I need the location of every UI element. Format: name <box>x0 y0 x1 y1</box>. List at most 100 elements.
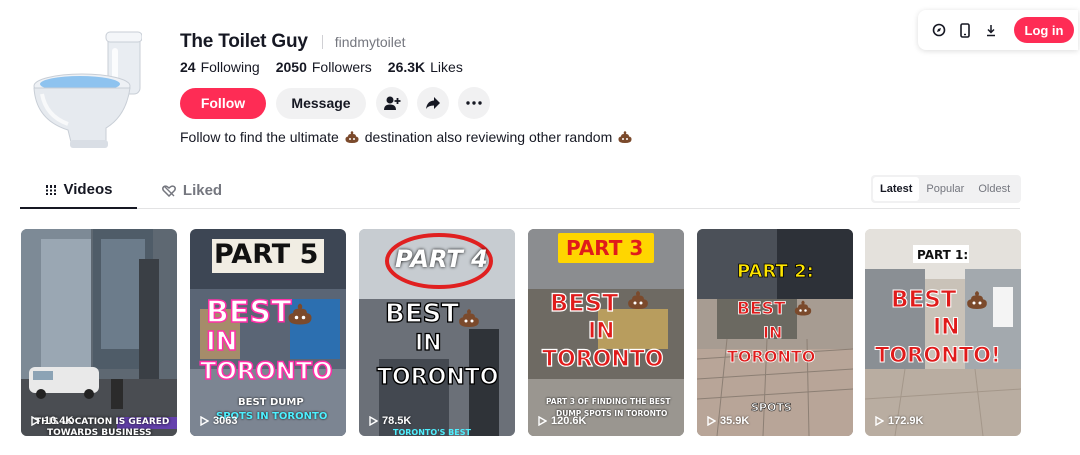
headline-best: BEST <box>384 298 460 329</box>
videos-grid-icon <box>44 184 57 195</box>
likes-label: Likes <box>430 59 463 75</box>
display-name: The Toilet Guy <box>180 31 308 52</box>
share-icon <box>426 97 440 109</box>
video-overlay-text: SPOTS <box>751 401 792 415</box>
video-overlay-text: TOWARDS BUSINESS <box>47 428 152 436</box>
headline-in: IN <box>587 318 615 344</box>
likes-count: 26.3K <box>387 59 426 75</box>
phone-icon[interactable] <box>952 17 978 43</box>
following-stat[interactable]: 24 Following <box>180 59 260 75</box>
tab-liked-label: Liked <box>182 182 223 199</box>
play-icon <box>31 416 40 426</box>
sort-toggle: Latest Popular Oldest <box>871 175 1021 203</box>
video-card[interactable]: PART 5 BEST IN TORONTO BEST DUMP SPOTS I… <box>190 229 346 436</box>
sort-popular[interactable]: Popular <box>919 177 971 201</box>
play-icon <box>200 416 209 426</box>
profile-actions: Follow Message <box>180 87 490 119</box>
video-overlay-text: TORONTO'S BEST <box>393 428 471 436</box>
bio-text-1: Follow to find the ultimate <box>180 129 339 145</box>
profile-name-row: The Toilet Guy findmytoilet <box>180 31 406 53</box>
view-count-value: 10.4K <box>44 415 74 427</box>
video-card[interactable]: PART 4 BEST IN TORONTO TORONTO'S BEST 78… <box>359 229 515 436</box>
top-actions-bar: Log in <box>918 10 1078 50</box>
tab-videos-label: Videos <box>63 181 113 198</box>
headline-city: TORONTO <box>376 364 499 390</box>
part-label: PART 3 <box>566 236 644 260</box>
more-icon <box>466 101 482 105</box>
view-count-value: 120.6K <box>551 415 587 427</box>
part-label: PART 2: <box>737 261 815 283</box>
headline-best: BEST <box>205 294 292 331</box>
name-divider <box>321 35 323 49</box>
part-label: PART 4 <box>395 245 488 273</box>
poop-emoji-icon <box>794 300 812 316</box>
view-count: 172.9K <box>875 415 923 427</box>
follow-button[interactable]: Follow <box>180 87 266 119</box>
view-count-value: 35.9K <box>720 415 750 427</box>
headline-best: BEST <box>549 288 619 317</box>
poop-emoji-icon <box>288 303 312 325</box>
part-label: PART 5 <box>214 239 319 270</box>
video-thumbnail <box>21 229 177 436</box>
followers-stat[interactable]: 2050 Followers <box>276 59 372 75</box>
play-icon <box>369 416 378 426</box>
followers-label: Followers <box>311 59 372 75</box>
headline-city: TORONTO <box>541 346 664 372</box>
avatar[interactable] <box>22 24 143 154</box>
video-overlay-text: PART 3 OF FINDING THE BEST <box>546 397 671 406</box>
poop-emoji-icon <box>345 131 359 143</box>
poop-emoji-icon <box>459 309 479 327</box>
toilet-icon <box>33 31 143 148</box>
headline-in: IN <box>933 315 961 341</box>
content-tabs: Videos Liked <box>20 172 1020 209</box>
poop-emoji-icon <box>967 291 987 309</box>
following-label: Following <box>200 59 260 75</box>
play-icon <box>875 416 884 426</box>
poop-emoji-icon <box>618 131 632 143</box>
headline-best: BEST <box>737 299 786 320</box>
view-count-value: 78.5K <box>382 415 412 427</box>
poop-emoji-icon <box>628 291 648 309</box>
view-count: 78.5K <box>369 415 411 427</box>
video-card[interactable]: PART 1: BEST IN TORONTO! 172.9K <box>865 229 1021 436</box>
more-options-button[interactable] <box>458 87 490 119</box>
share-button[interactable] <box>417 87 449 119</box>
part-label: PART 1: <box>917 248 969 262</box>
add-user-icon <box>384 96 401 110</box>
headline-in: IN <box>205 326 238 358</box>
sort-latest[interactable]: Latest <box>873 177 920 201</box>
likes-stat: 26.3K Likes <box>388 59 463 75</box>
compass-icon[interactable] <box>926 17 952 43</box>
video-card[interactable]: PART 2: BEST IN TORONTO SPOTS 35.9K <box>697 229 853 436</box>
profile-stats: 24 Following 2050 Followers 26.3K Likes <box>180 59 479 75</box>
headline-city: TORONTO <box>727 347 816 367</box>
liked-heart-icon <box>161 184 176 197</box>
video-card[interactable]: THIS LOCATION IS GEARED TOWARDS BUSINESS… <box>21 229 177 436</box>
play-icon <box>707 416 716 426</box>
view-count: 3063 <box>200 415 237 427</box>
login-button[interactable]: Log in <box>1014 17 1074 43</box>
bio-text-2: destination also reviewing other random <box>364 129 613 145</box>
username: findmytoilet <box>334 34 406 50</box>
headline-best: BEST <box>891 287 957 314</box>
following-count: 24 <box>180 59 196 75</box>
profile-bio: Follow to find the ultimate destination … <box>180 129 638 145</box>
view-count: 35.9K <box>707 415 749 427</box>
followers-count: 2050 <box>275 59 307 75</box>
headline-in: IN <box>763 323 783 343</box>
sort-oldest[interactable]: Oldest <box>971 177 1017 201</box>
headline-city: TORONTO <box>199 356 333 386</box>
video-grid: THIS LOCATION IS GEARED TOWARDS BUSINESS… <box>21 229 1021 436</box>
video-overlay-text: BEST DUMP <box>238 397 304 408</box>
tab-liked[interactable]: Liked <box>147 172 237 209</box>
video-card[interactable]: PART 3 BEST IN TORONTO PART 3 OF FINDING… <box>528 229 684 436</box>
headline-city: TORONTO! <box>875 343 1002 368</box>
view-count-value: 3063 <box>213 415 238 427</box>
message-button[interactable]: Message <box>276 87 366 119</box>
download-icon[interactable] <box>978 17 1004 43</box>
view-count: 120.6K <box>538 415 586 427</box>
add-friend-button[interactable] <box>376 87 408 119</box>
headline-in: IN <box>414 330 442 356</box>
view-count-value: 172.9K <box>888 415 924 427</box>
tab-videos[interactable]: Videos <box>20 172 137 209</box>
